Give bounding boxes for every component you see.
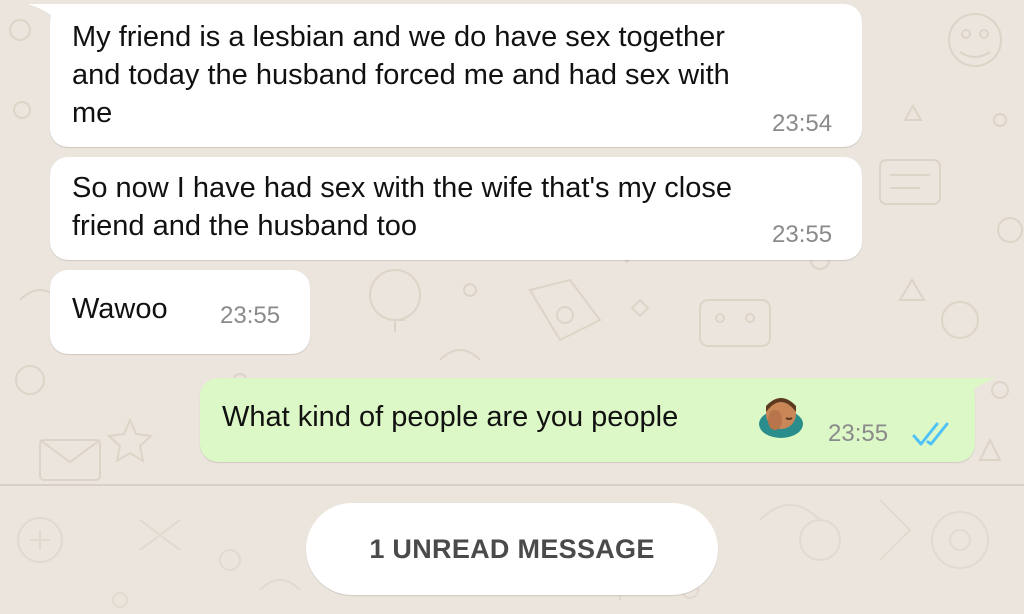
unread-messages-label: 1 UNREAD MESSAGE	[369, 533, 655, 564]
read-receipt-icon	[912, 422, 949, 446]
unread-messages-banner[interactable]: 1 UNREAD MESSAGE	[306, 503, 718, 595]
message-text: What kind of people are you people	[222, 401, 679, 433]
message-text: Wawoo	[72, 293, 168, 325]
message-timestamp: 23:54	[772, 110, 833, 137]
incoming-message-bubble[interactable]: Wawoo 23:55	[50, 270, 310, 354]
face-palm-icon	[759, 398, 803, 438]
bubble-tail-icon	[957, 378, 997, 406]
message-timestamp: 23:55	[828, 420, 889, 447]
message-timestamp: 23:55	[220, 302, 281, 329]
incoming-message-bubble[interactable]: So now I have had sex with the wife that…	[50, 157, 862, 260]
message-timestamp: 23:55	[772, 221, 833, 248]
outgoing-message-bubble[interactable]: What kind of people are you people 23:55	[200, 378, 997, 462]
message-text: My friend is a lesbian and we do have se…	[72, 21, 730, 129]
unread-divider-line	[0, 484, 1024, 486]
message-text: So now I have had sex with the wife that…	[72, 172, 732, 242]
bubble-tail-icon	[28, 4, 68, 32]
incoming-message-bubble[interactable]: My friend is a lesbian and we do have se…	[28, 4, 862, 147]
